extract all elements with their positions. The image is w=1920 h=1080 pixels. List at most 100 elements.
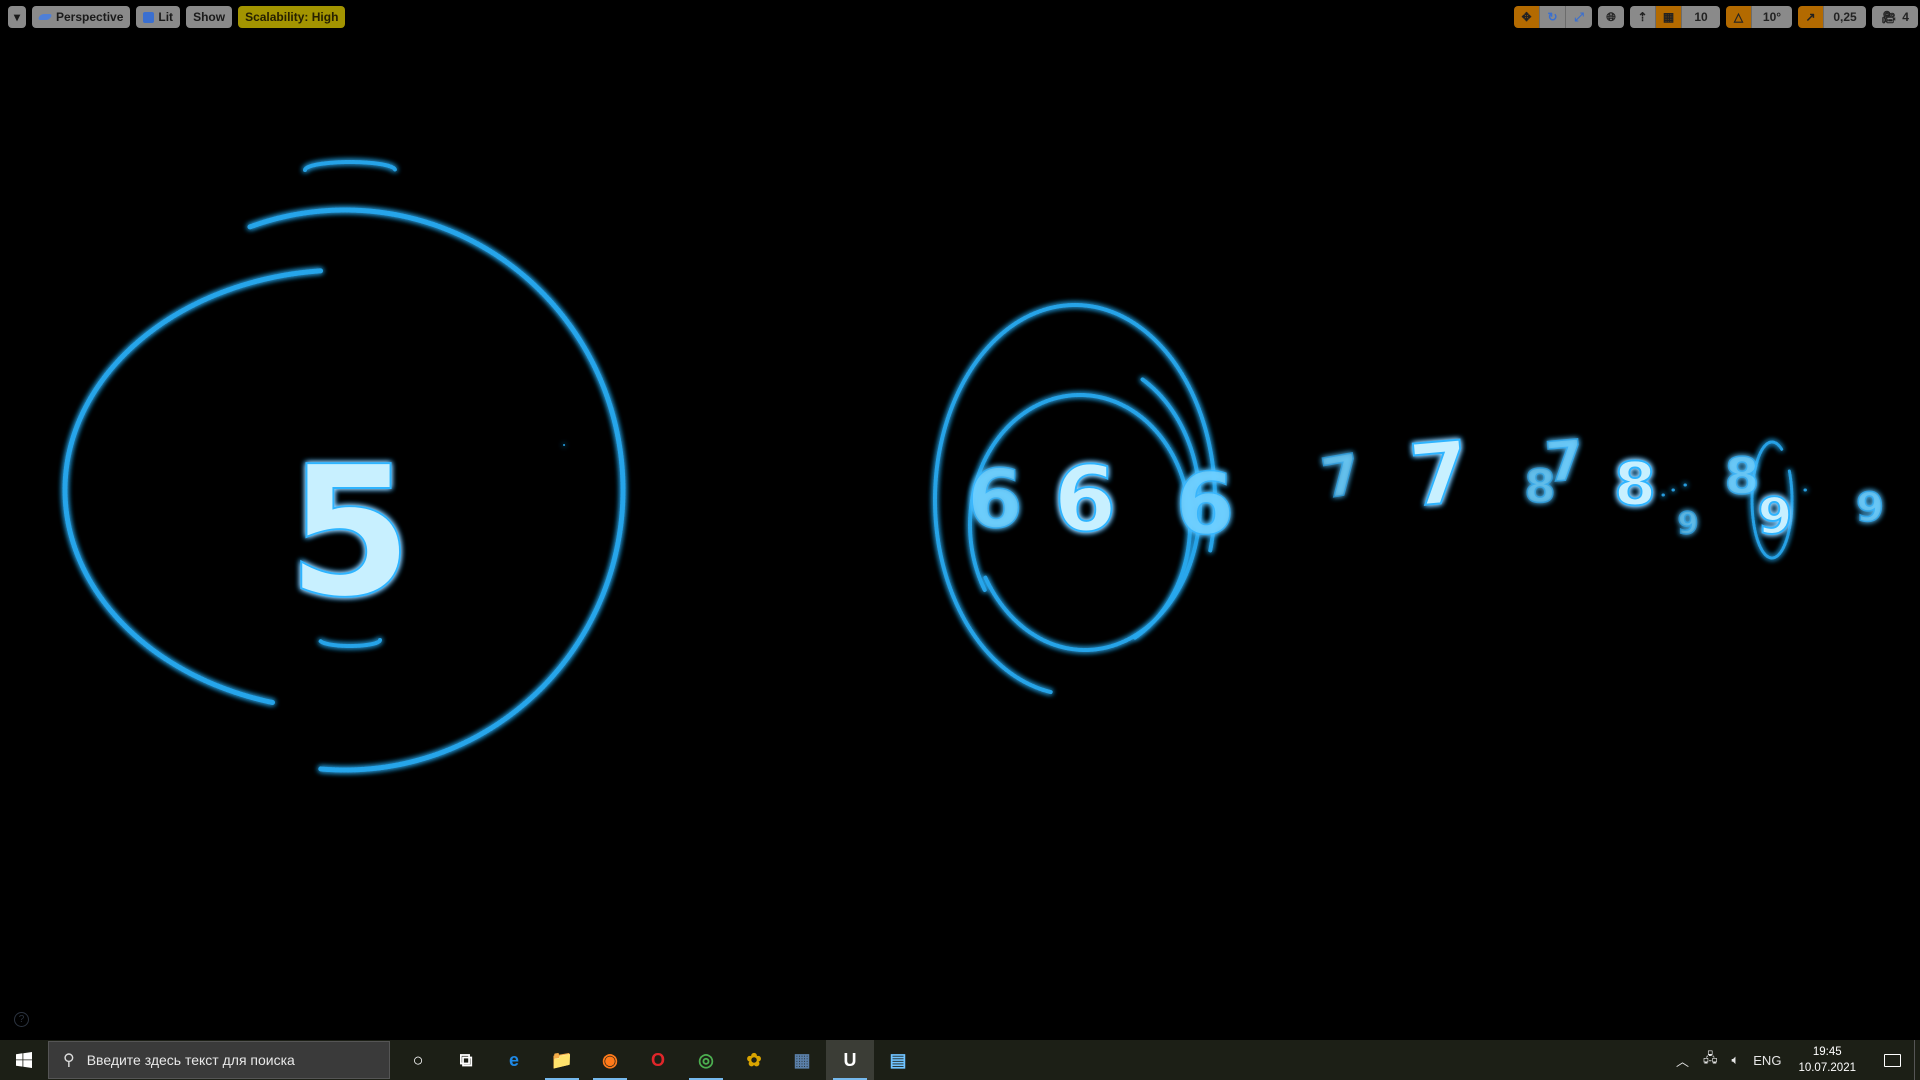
lit-cube-icon — [143, 11, 155, 23]
particle-numeral-6-ghost: 6 — [1175, 455, 1234, 554]
taskbar-app-task-view[interactable]: ⧉ — [442, 1040, 490, 1080]
lighting-mode-button[interactable]: Lit — [136, 6, 181, 28]
chevron-up-icon: ︿ — [1675, 1053, 1689, 1069]
translate-tool-button[interactable]: ✥ — [1514, 6, 1540, 28]
scale-arrow-icon: ↗ — [1805, 10, 1816, 24]
view-mode-button[interactable]: Perspective — [32, 6, 131, 28]
scale-snap-value-dropdown[interactable]: 0,25 — [1824, 6, 1866, 28]
particle-numeral-9-main: 9 — [1758, 488, 1793, 546]
particle-scene: 5 66 6 77 7 88 899 9 — [62, 160, 1885, 773]
system-tray: ︿ 🖧︎ 🔈︎ ENG 19:45 10.07.2021 — [1669, 1040, 1920, 1080]
particle-numeral-7-main: 7 — [1406, 423, 1474, 527]
scalability-button[interactable]: Scalability: High — [238, 6, 346, 28]
volume-icon[interactable]: 🔈︎ — [1731, 1052, 1739, 1068]
taskbar-app-firefox[interactable]: ◉ — [586, 1040, 634, 1080]
particle-numeral-8-ghost: 8 — [1725, 448, 1760, 506]
particle-numeral-5-main: 5 — [287, 428, 412, 637]
taskbar-app-fl-studio[interactable]: ✿ — [730, 1040, 778, 1080]
notifications-button[interactable] — [1870, 1040, 1914, 1080]
particle-numeral-7-ghost: 7 — [1317, 441, 1366, 511]
show-label: Show — [193, 10, 226, 24]
opera-icon: O — [650, 1049, 665, 1070]
particle-numeral-9-ghost: 9 — [1678, 507, 1699, 542]
coordinate-space-button[interactable]: 🌐︎ — [1598, 6, 1624, 28]
rotation-snap-value: 10° — [1762, 10, 1782, 24]
grid-icon: ▦ — [1662, 10, 1675, 24]
particle-numeral-8-main: 8 — [1614, 450, 1656, 520]
viewport-toolbar-right: ✥ ↻ ⤢ 🌐︎ ⇡ ▦ 10 △ 10° ↗ 0,25 🎥︎ 4 — [1514, 6, 1920, 28]
file-explorer-icon: 📁 — [550, 1049, 574, 1070]
particle-numeral-9-ghost: 9 — [1856, 485, 1884, 531]
rotation-snap-group: △ 10° — [1726, 6, 1792, 28]
notifications-icon — [1883, 1053, 1901, 1067]
lighting-mode-label: Lit — [158, 10, 174, 24]
help-icon[interactable]: ? — [14, 1012, 29, 1027]
coordinate-space-group: 🌐︎ — [1598, 6, 1624, 28]
cortana-icon: ○ — [412, 1049, 424, 1070]
firefox-icon: ◉ — [602, 1049, 618, 1070]
taskbar-app-film-app[interactable]: ▤ — [874, 1040, 922, 1080]
chevron-down-icon: ▾ — [13, 10, 21, 24]
view-mode-label: Perspective — [56, 10, 124, 24]
unreal-engine-icon: U — [843, 1049, 857, 1070]
taskbar-app-calculator[interactable]: ▦ — [778, 1040, 826, 1080]
viewport-toolbar-left: ▾ Perspective Lit Show Scalability: High — [8, 6, 351, 28]
surface-snap-icon: ⇡ — [1637, 10, 1648, 24]
taskbar-app-chrome[interactable]: ◎ — [682, 1040, 730, 1080]
perspective-icon — [37, 14, 53, 20]
taskbar-app-unreal-engine[interactable]: U — [826, 1040, 874, 1080]
scale-snap-group: ↗ 0,25 — [1798, 6, 1866, 28]
show-button[interactable]: Show — [186, 6, 233, 28]
ring-5-top-fragment — [303, 160, 397, 172]
rotate-icon: ↻ — [1547, 10, 1558, 24]
camera-speed-value: 4 — [1902, 10, 1909, 24]
camera-speed-dropdown[interactable]: 🎥︎ 4 — [1872, 6, 1918, 28]
level-viewport[interactable]: 5666777888999 ▾ Perspective Lit Show Sca… — [0, 0, 1920, 1040]
particle-numeral-6-main: 6 — [1054, 447, 1117, 552]
start-button[interactable] — [0, 1040, 48, 1080]
grid-snap-value: 10 — [1694, 10, 1708, 24]
task-view-icon: ⧉ — [459, 1049, 473, 1070]
rotation-snap-value-dropdown[interactable]: 10° — [1752, 6, 1792, 28]
clock-time: 19:45 — [1812, 1046, 1842, 1058]
network-icon[interactable]: 🖧︎ — [1703, 1049, 1718, 1071]
input-language[interactable]: ENG — [1753, 1053, 1781, 1068]
viewport-options-button[interactable]: ▾ — [8, 6, 26, 28]
ring-5-left — [62, 268, 324, 706]
edge-icon: e — [508, 1049, 519, 1070]
taskbar-search-box[interactable]: ⚲ Введите здесь текст для поиска — [48, 1041, 390, 1079]
show-desktop-button[interactable] — [1914, 1040, 1920, 1080]
scalability-label: Scalability: High — [245, 10, 339, 24]
windows-taskbar: ⚲ Введите здесь текст для поиска ○ ⧉ e 📁 ◉ O ◎… — [0, 1040, 1920, 1080]
camera-icon: 🎥︎ — [1881, 10, 1897, 24]
windows-logo-icon — [16, 1052, 32, 1068]
clock[interactable]: 19:45 10.07.2021 — [1798, 1044, 1856, 1076]
world-globe-icon: 🌐︎ — [1606, 9, 1616, 24]
transform-tools-group: ✥ ↻ ⤢ — [1514, 6, 1592, 28]
scale-snap-toggle[interactable]: ↗ — [1798, 6, 1824, 28]
scale-snap-value: 0,25 — [1833, 10, 1857, 24]
taskbar-apps: ○ ⧉ e 📁 ◉ O ◎ ✿ ▦ U ▤ — [394, 1040, 922, 1080]
taskbar-app-edge[interactable]: e — [490, 1040, 538, 1080]
taskbar-app-cortana[interactable]: ○ — [394, 1040, 442, 1080]
show-hidden-icons-button[interactable]: ︿ — [1676, 1051, 1689, 1070]
scale-tool-button[interactable]: ⤢ — [1566, 6, 1592, 28]
ring-5-bottom-fragment — [318, 638, 382, 648]
snap-settings-group: ⇡ ▦ 10 — [1630, 6, 1720, 28]
grid-snap-toggle[interactable]: ▦ — [1656, 6, 1682, 28]
scale-icon: ⤢ — [1574, 9, 1584, 24]
grid-snap-value-dropdown[interactable]: 10 — [1682, 6, 1720, 28]
surface-snap-button[interactable]: ⇡ — [1630, 6, 1656, 28]
chrome-icon: ◎ — [698, 1049, 714, 1070]
taskbar-app-opera[interactable]: O — [634, 1040, 682, 1080]
search-icon: ⚲ — [63, 1052, 75, 1069]
particle-numeral-6-ghost: 6 — [967, 453, 1023, 546]
search-placeholder: Введите здесь текст для поиска — [86, 1052, 295, 1068]
fl-studio-icon: ✿ — [746, 1049, 762, 1070]
translate-icon: ✥ — [1521, 10, 1532, 24]
rotation-snap-toggle[interactable]: △ — [1726, 6, 1752, 28]
taskbar-app-file-explorer[interactable]: 📁 — [538, 1040, 586, 1080]
calculator-icon: ▦ — [793, 1049, 811, 1070]
rotate-tool-button[interactable]: ↻ — [1540, 6, 1566, 28]
clock-date: 10.07.2021 — [1798, 1062, 1856, 1074]
